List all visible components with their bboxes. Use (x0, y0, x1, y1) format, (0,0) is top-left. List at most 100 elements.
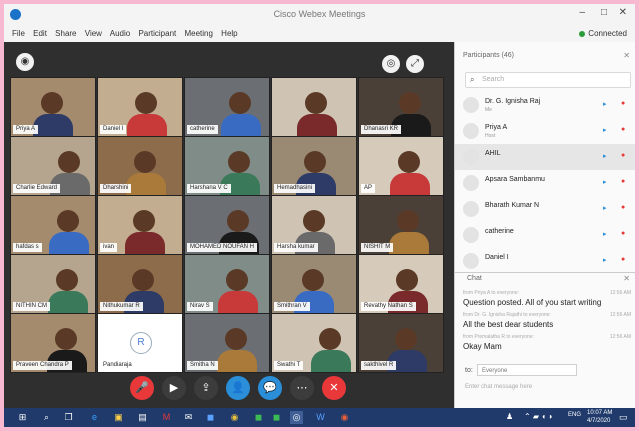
layout-icon[interactable]: ◎ (382, 55, 400, 73)
clock-time[interactable]: 10:07 AM (587, 410, 612, 416)
task-view-icon[interactable]: ❐ (62, 411, 75, 424)
microphone-icon[interactable]: ● (621, 204, 625, 211)
file-explorer-icon[interactable]: ▣ (112, 411, 125, 424)
video-tile[interactable]: AP (358, 136, 444, 196)
camera-icon[interactable]: ▸ (603, 204, 607, 212)
microphone-icon[interactable]: ● (621, 256, 625, 263)
close-icon[interactable]: ✕ (619, 7, 627, 18)
mute-button[interactable]: 🎤 (130, 376, 154, 400)
chat-input[interactable]: Enter chat message here (465, 384, 532, 390)
video-tile[interactable]: Dhanasri KR (358, 77, 444, 137)
video-tile[interactable]: NISHIT M (358, 195, 444, 255)
webex-taskbar-icon[interactable]: ◎ (290, 411, 303, 424)
participant-row[interactable]: AHIL ▸ ● (455, 144, 635, 170)
chat-header[interactable]: Chat ✕ (455, 272, 635, 285)
search-input[interactable]: ⌕ Search (465, 72, 631, 88)
menu-help[interactable]: Help (221, 29, 237, 38)
video-tile[interactable]: Charlie Edward (10, 136, 96, 196)
video-button[interactable]: ▶ (162, 376, 186, 400)
video-tile[interactable]: MOHAMED NOUFAN H (184, 195, 270, 255)
video-tile[interactable]: Daniel I (97, 77, 183, 137)
windows-start-icon[interactable]: ⊞ (16, 411, 29, 424)
video-tile[interactable]: R Pandiaraja (97, 313, 183, 373)
excel-app-icon[interactable]: ◼ (252, 411, 265, 424)
video-tile[interactable]: Priya A (10, 77, 96, 137)
microphone-icon[interactable]: ● (621, 126, 625, 133)
video-tile[interactable]: Smithran V (271, 254, 357, 314)
camera-icon[interactable]: ▸ (603, 178, 607, 186)
recipient-select[interactable]: Everyone (477, 364, 577, 376)
share-button[interactable]: ⇪ (194, 376, 218, 400)
participant-row[interactable]: Apsara Sambanmu ▸ ● (455, 170, 635, 196)
video-tile[interactable]: Swathi T (271, 313, 357, 373)
store-icon[interactable]: ▤ (136, 411, 149, 424)
search-taskbar-icon[interactable]: ⌕ (40, 411, 53, 424)
menu-file[interactable]: File (12, 29, 25, 38)
meeting-info-icon[interactable]: ◉ (16, 53, 34, 71)
clock-date[interactable]: 4/7/2020 (587, 418, 610, 424)
more-options-button[interactable]: ⋯ (290, 376, 314, 400)
menu-meeting[interactable]: Meeting (184, 29, 212, 38)
camera-icon[interactable]: ▸ (603, 100, 607, 108)
menu-audio[interactable]: Audio (110, 29, 130, 38)
video-tile[interactable] (271, 77, 357, 137)
tray-icons[interactable]: ⌃ ▰ ◖ ◗ (524, 412, 553, 421)
close-chat-icon[interactable]: ✕ (623, 274, 630, 283)
video-tile[interactable]: Nithukumar R (97, 254, 183, 314)
mail-icon[interactable]: ✉ (182, 411, 195, 424)
camera-icon[interactable]: ▸ (603, 230, 607, 238)
video-tile[interactable]: NITHIN CM (10, 254, 96, 314)
participant-face (302, 269, 324, 291)
language-indicator[interactable]: ENG (568, 412, 581, 418)
participant-row[interactable]: Dr. G. Ignisha Raj Me ▸ ● (455, 92, 635, 118)
video-stage: ◉ ◎ ⤢ Priya A Daniel I catherine Dhanasri K… (4, 42, 454, 408)
participant-row[interactable]: Daniel I ▸ ● (455, 248, 635, 274)
participant-row[interactable]: catherine ▸ ● (455, 222, 635, 248)
participant-name: Daniel I (485, 254, 509, 261)
end-meeting-button[interactable]: ✕ (322, 376, 346, 400)
powerpoint-taskbar-icon[interactable]: ◉ (338, 411, 351, 424)
people-icon[interactable]: ♟ (506, 412, 513, 421)
fullscreen-icon[interactable]: ⤢ (406, 55, 424, 73)
camera-icon[interactable]: ▸ (603, 126, 607, 134)
video-tile[interactable]: Hemadhasini (271, 136, 357, 196)
app-icon-green[interactable]: ◼ (270, 411, 283, 424)
video-tile[interactable]: Dharshini (97, 136, 183, 196)
video-tile[interactable]: Smitha N (184, 313, 270, 373)
menu-edit[interactable]: Edit (33, 29, 47, 38)
mcafee-icon[interactable]: M (160, 411, 173, 424)
participant-row[interactable]: Bharath Kumar N ▸ ● (455, 196, 635, 222)
chat-message: from Dr. G. Ignisha Rajathi to everyone:… (463, 312, 631, 329)
video-tile[interactable]: Harsha kumar (271, 195, 357, 255)
connection-status[interactable]: Connected (579, 29, 627, 38)
video-tile[interactable]: sakthivel R (358, 313, 444, 373)
video-tile[interactable]: ivan (97, 195, 183, 255)
camera-icon[interactable]: ▸ (603, 152, 607, 160)
word-app-icon[interactable]: ◼ (204, 411, 217, 424)
video-tile[interactable]: Nirav S (184, 254, 270, 314)
edge-browser-icon[interactable]: e (88, 411, 101, 424)
chrome-icon[interactable]: ◉ (228, 411, 241, 424)
minimize-icon[interactable]: – (579, 7, 585, 18)
word-taskbar-icon[interactable]: W (314, 411, 327, 424)
microphone-icon[interactable]: ● (621, 152, 625, 159)
notifications-icon[interactable]: ▭ (619, 412, 628, 423)
participants-button[interactable]: 👤 (226, 376, 250, 400)
camera-icon[interactable]: ▸ (603, 256, 607, 264)
menu-participant[interactable]: Participant (138, 29, 176, 38)
video-tile[interactable]: hafdas s (10, 195, 96, 255)
participant-row[interactable]: Priya A Host ▸ ● (455, 118, 635, 144)
close-participants-icon[interactable]: ✕ (623, 51, 630, 60)
video-tile[interactable]: Harshana V C (184, 136, 270, 196)
video-tile[interactable]: catherine (184, 77, 270, 137)
microphone-icon[interactable]: ● (621, 178, 625, 185)
menu-share[interactable]: Share (55, 29, 76, 38)
menu-view[interactable]: View (85, 29, 102, 38)
chat-button[interactable]: 💬 (258, 376, 282, 400)
video-tile[interactable]: Revathy Nathan S (358, 254, 444, 314)
video-tile[interactable]: Praveen Chandra P (10, 313, 96, 373)
participant-face (56, 269, 78, 291)
maximize-icon[interactable]: □ (601, 7, 607, 18)
microphone-icon[interactable]: ● (621, 230, 625, 237)
microphone-icon[interactable]: ● (621, 100, 625, 107)
